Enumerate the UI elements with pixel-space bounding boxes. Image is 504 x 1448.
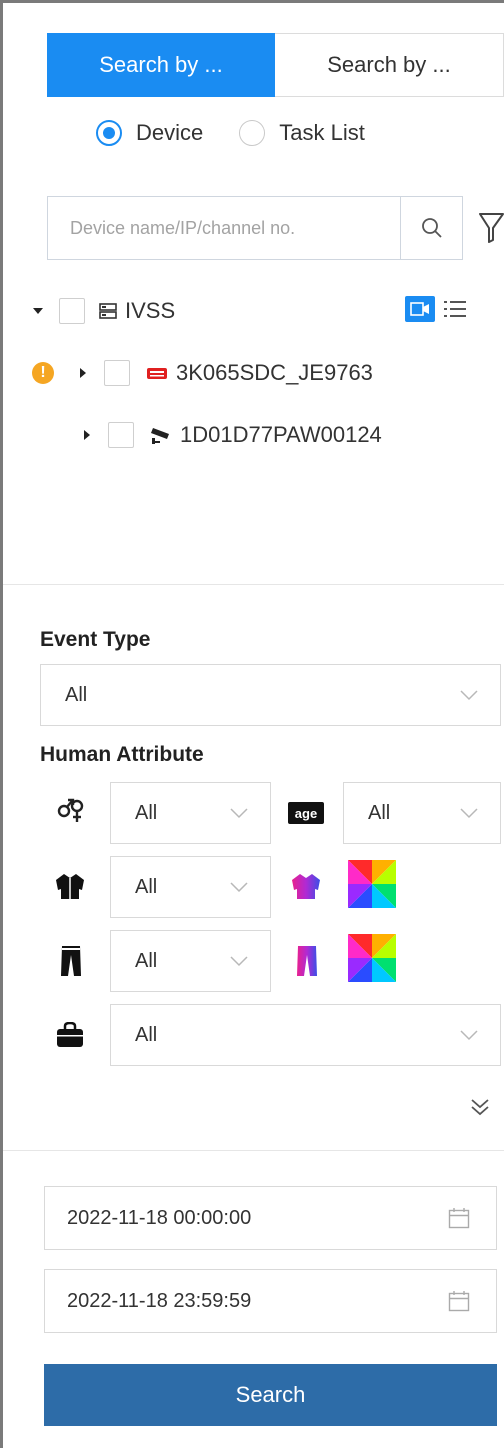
tree-node-label: 3K065SDC_JE9763: [176, 360, 373, 385]
tree-node-label: IVSS: [125, 298, 176, 323]
tree-node-label: 1D01D77PAW00124: [180, 422, 382, 447]
filter-icon[interactable]: [479, 212, 504, 244]
radio-task-list-label: Task List: [279, 120, 365, 145]
age-select[interactable]: All: [343, 782, 501, 844]
expand-caret-icon[interactable]: [80, 368, 86, 378]
bag-value: All: [135, 1023, 158, 1046]
chevron-down-icon: [230, 956, 248, 967]
chevron-down-icon: [230, 882, 248, 893]
tab-search-by-1[interactable]: Search by ...: [47, 33, 275, 97]
divider: [3, 584, 504, 585]
bag-icon: [57, 1022, 83, 1047]
radio-device-label: Device: [136, 120, 204, 145]
view-toggle: [405, 296, 467, 322]
tree-node-device-1[interactable]: ! 3K065SDC_JE9763: [32, 360, 373, 386]
search-icon: [421, 218, 442, 238]
chevron-down-icon: [460, 808, 478, 819]
source-radio-group: Device Task List: [96, 120, 401, 146]
search-button[interactable]: Search: [44, 1364, 497, 1426]
tab-search-by-2[interactable]: Search by ...: [275, 33, 504, 97]
top-color-picker[interactable]: [348, 860, 396, 908]
chevron-down-icon: [460, 1030, 478, 1041]
top-clothes-value: All: [135, 875, 158, 898]
radio-checked-icon: [96, 120, 122, 146]
start-time-value: 2022-11-18 00:00:00: [67, 1206, 252, 1229]
bottom-clothes-select[interactable]: All: [110, 930, 271, 992]
calendar-icon[interactable]: [448, 1290, 470, 1312]
collapse-caret-icon[interactable]: [33, 308, 43, 314]
bottom-clothes-value: All: [135, 949, 158, 972]
tree-checkbox[interactable]: [108, 422, 134, 448]
bottom-color-icon: [297, 946, 317, 976]
chevron-down-icon: [460, 690, 478, 701]
end-time-value: 2022-11-18 23:59:59: [67, 1289, 252, 1312]
search-mode-tabs: Search by ... Search by ...: [47, 33, 504, 97]
tree-checkbox[interactable]: [59, 298, 85, 324]
video-icon: [410, 302, 429, 316]
gender-icon: [57, 798, 84, 822]
radio-unchecked-icon: [239, 120, 266, 146]
top-clothes-select[interactable]: All: [110, 856, 271, 918]
bottom-color-picker[interactable]: [348, 934, 396, 982]
top-color-icon: [292, 874, 320, 899]
pants-icon: [61, 946, 81, 976]
gender-value: All: [135, 801, 158, 824]
event-type-title: Event Type: [40, 628, 151, 651]
age-icon: age: [288, 802, 324, 824]
age-value: All: [368, 801, 391, 824]
camera-icon: [151, 428, 169, 444]
tree-node-device-2[interactable]: 1D01D77PAW00124: [84, 422, 382, 448]
radio-task-list[interactable]: Task List: [239, 120, 365, 146]
divider: [3, 1150, 504, 1151]
list-view-icon[interactable]: [443, 299, 467, 319]
jacket-icon: [56, 874, 84, 899]
expand-caret-icon[interactable]: [84, 430, 90, 440]
event-type-value: All: [65, 683, 88, 706]
end-time-field[interactable]: 2022-11-18 23:59:59: [44, 1269, 497, 1333]
warning-icon: !: [32, 362, 54, 384]
human-attribute-title: Human Attribute: [40, 743, 204, 766]
video-view-button[interactable]: [405, 296, 435, 322]
tree-checkbox[interactable]: [104, 360, 130, 386]
server-icon: [99, 303, 117, 319]
bag-select[interactable]: All: [110, 1004, 501, 1066]
device-search-input[interactable]: [48, 197, 400, 259]
search-icon-button[interactable]: [400, 197, 462, 259]
radio-device[interactable]: Device: [96, 120, 203, 146]
gender-select[interactable]: All: [110, 782, 271, 844]
event-type-select[interactable]: All: [40, 664, 501, 726]
device-search-box: [47, 196, 463, 260]
calendar-icon[interactable]: [448, 1207, 470, 1229]
tree-node-ivss[interactable]: IVSS: [33, 298, 175, 324]
chevron-down-icon: [230, 808, 248, 819]
double-chevron-down-icon[interactable]: [470, 1098, 490, 1116]
start-time-field[interactable]: 2022-11-18 00:00:00: [44, 1186, 497, 1250]
nvr-device-icon: [147, 368, 167, 379]
